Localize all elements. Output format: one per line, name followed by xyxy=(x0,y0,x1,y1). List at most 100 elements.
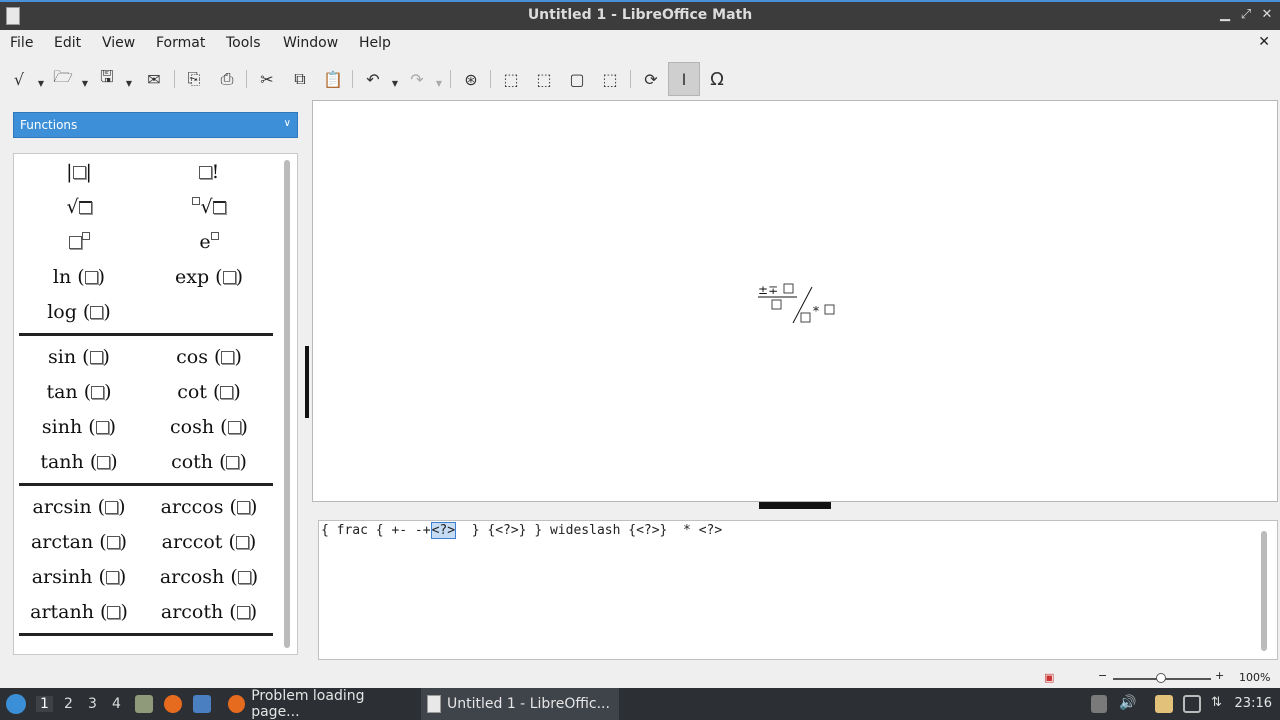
document-modified-icon: ▣ xyxy=(1044,671,1055,684)
file-manager-icon[interactable] xyxy=(135,695,153,713)
title-bar: Untitled 1 - LibreOffice Math ▁ ⤢ ✕ xyxy=(0,0,1280,30)
element-coth[interactable]: coth () xyxy=(144,451,274,473)
formula-command-editor[interactable]: { frac { +- -+<?> } {<?>} } wideslash {<… xyxy=(318,520,1278,660)
menu-tools[interactable]: Tools xyxy=(226,35,261,51)
element-arcosh[interactable]: arcosh () xyxy=(144,566,274,588)
menu-format[interactable]: Format xyxy=(156,35,205,51)
editor-scrollbar[interactable] xyxy=(1261,531,1267,651)
element-arctan[interactable]: arctan () xyxy=(14,531,144,553)
update-icon[interactable]: ⟳ xyxy=(640,68,662,90)
minimize-icon[interactable]: ▁ xyxy=(1217,7,1233,23)
taskbar: 1 2 3 4 Problem loading page... Untitled… xyxy=(0,688,1280,720)
zoom-out-icon[interactable]: ⬚ xyxy=(533,68,555,90)
chevron-down-icon[interactable]: ▼ xyxy=(37,72,45,94)
element-arcsin[interactable]: arcsin () xyxy=(14,496,144,518)
element-exp-e[interactable]: e xyxy=(144,231,274,253)
zoom-out-button[interactable]: − xyxy=(1098,669,1107,682)
open-icon[interactable]: 🗁 xyxy=(52,67,74,90)
zoom-slider-knob[interactable] xyxy=(1156,673,1166,683)
zoom-icon[interactable]: ⬚ xyxy=(599,68,621,90)
panel-splitter-handle[interactable] xyxy=(305,346,309,418)
element-artanh[interactable]: artanh () xyxy=(14,601,144,623)
element-sqrt[interactable]: √ xyxy=(14,196,144,218)
element-arcoth[interactable]: arcoth () xyxy=(144,601,274,623)
element-cosh[interactable]: cosh () xyxy=(144,416,274,438)
symbols-icon[interactable]: Ω xyxy=(706,68,728,90)
element-power[interactable] xyxy=(14,231,144,253)
formula-document-view[interactable]: ±∓ * xyxy=(312,100,1278,502)
elements-palette: | | ! √ √ e ln () exp () log () sin () co… xyxy=(13,153,298,655)
volume-icon[interactable]: 🔊 xyxy=(1119,695,1137,713)
export-icon[interactable]: ✉ xyxy=(143,68,165,90)
element-ln[interactable]: ln () xyxy=(14,266,144,288)
element-cot[interactable]: cot () xyxy=(144,381,274,403)
firefox-icon xyxy=(228,695,246,713)
element-tan[interactable]: tan () xyxy=(14,381,144,403)
task-firefox[interactable]: Problem loading page... xyxy=(222,688,416,720)
redo-icon[interactable]: ↷ xyxy=(406,68,428,90)
cut-icon[interactable]: ✂ xyxy=(256,68,278,90)
network-icon[interactable]: ⇅ xyxy=(1211,695,1229,713)
task-libreoffice[interactable]: Untitled 1 - LibreOffic... xyxy=(421,688,619,720)
menu-help[interactable]: Help xyxy=(359,35,391,51)
element-exp[interactable]: exp () xyxy=(144,266,274,288)
start-menu-icon[interactable] xyxy=(6,694,26,714)
element-arsinh[interactable]: arsinh () xyxy=(14,566,144,588)
undo-icon[interactable]: ↶ xyxy=(362,68,384,90)
zoom-level[interactable]: 100% xyxy=(1239,671,1270,684)
chevron-down-icon[interactable]: ▼ xyxy=(125,72,133,94)
chevron-down-icon[interactable]: ▼ xyxy=(391,72,399,94)
formula-icon[interactable]: √ xyxy=(8,68,30,90)
zoom-in-icon[interactable]: ⬚ xyxy=(500,68,522,90)
formula-command-text[interactable]: { frac { +- -+<?> } {<?>} } wideslash {<… xyxy=(321,522,722,539)
selected-placeholder: <?> xyxy=(430,522,457,539)
chevron-down-icon: ∨ xyxy=(283,118,291,129)
close-document-icon[interactable]: ✕ xyxy=(1258,34,1270,50)
menu-edit[interactable]: Edit xyxy=(54,35,81,51)
show-all-icon[interactable]: ▢ xyxy=(566,68,588,90)
element-abs[interactable]: | | xyxy=(14,161,144,183)
maximize-icon[interactable]: ⤢ xyxy=(1238,7,1254,23)
display-icon[interactable] xyxy=(1183,695,1201,713)
zoom-in-button[interactable]: + xyxy=(1215,669,1224,682)
element-cos[interactable]: cos () xyxy=(144,346,274,368)
close-icon[interactable]: ✕ xyxy=(1259,7,1275,23)
paste-icon[interactable]: 📋 xyxy=(322,68,344,90)
menu-file[interactable]: File xyxy=(10,35,33,51)
editor-splitter-handle[interactable] xyxy=(759,502,831,509)
export-pdf-icon[interactable]: ⎘ xyxy=(183,68,205,90)
element-sin[interactable]: sin () xyxy=(14,346,144,368)
menu-bar: File Edit View Format Tools Window Help … xyxy=(0,30,1280,56)
firefox-icon[interactable] xyxy=(164,695,182,713)
element-tanh[interactable]: tanh () xyxy=(14,451,144,473)
status-bar: ▣ − + 100% xyxy=(0,666,1280,688)
element-nroot[interactable]: √ xyxy=(144,196,274,218)
chevron-down-icon[interactable]: ▼ xyxy=(435,72,443,94)
chevron-down-icon[interactable]: ▼ xyxy=(81,72,89,94)
copy-icon[interactable]: ⧉ xyxy=(289,68,311,90)
workspace-2[interactable]: 2 xyxy=(64,696,73,712)
desktop-icon[interactable] xyxy=(193,695,211,713)
elements-category-value: Functions xyxy=(20,118,78,132)
formula-cursor-icon[interactable]: I xyxy=(668,62,700,96)
palette-scrollbar[interactable] xyxy=(284,160,290,648)
workspace-1[interactable]: 1 xyxy=(36,696,53,712)
print-icon[interactable]: ⎙ xyxy=(216,68,238,90)
zoom-100-icon[interactable]: ⊛ xyxy=(460,68,482,90)
notes-icon[interactable] xyxy=(1155,695,1173,713)
elements-category-select[interactable]: Functions ∨ xyxy=(13,112,298,138)
workspace-4[interactable]: 4 xyxy=(112,696,121,712)
menu-window[interactable]: Window xyxy=(283,35,338,51)
save-icon[interactable]: 🖫 xyxy=(96,67,118,90)
tray-icon[interactable] xyxy=(1091,695,1107,713)
rendered-formula: ±∓ * xyxy=(758,283,835,324)
svg-text:*: * xyxy=(813,304,819,318)
element-sinh[interactable]: sinh () xyxy=(14,416,144,438)
menu-view[interactable]: View xyxy=(102,35,135,51)
element-arccos[interactable]: arccos () xyxy=(144,496,274,518)
element-arccot[interactable]: arccot () xyxy=(144,531,274,553)
workspace-3[interactable]: 3 xyxy=(88,696,97,712)
task-label: Problem loading page... xyxy=(251,688,365,720)
element-factorial[interactable]: ! xyxy=(144,161,274,183)
element-log[interactable]: log () xyxy=(14,301,144,323)
